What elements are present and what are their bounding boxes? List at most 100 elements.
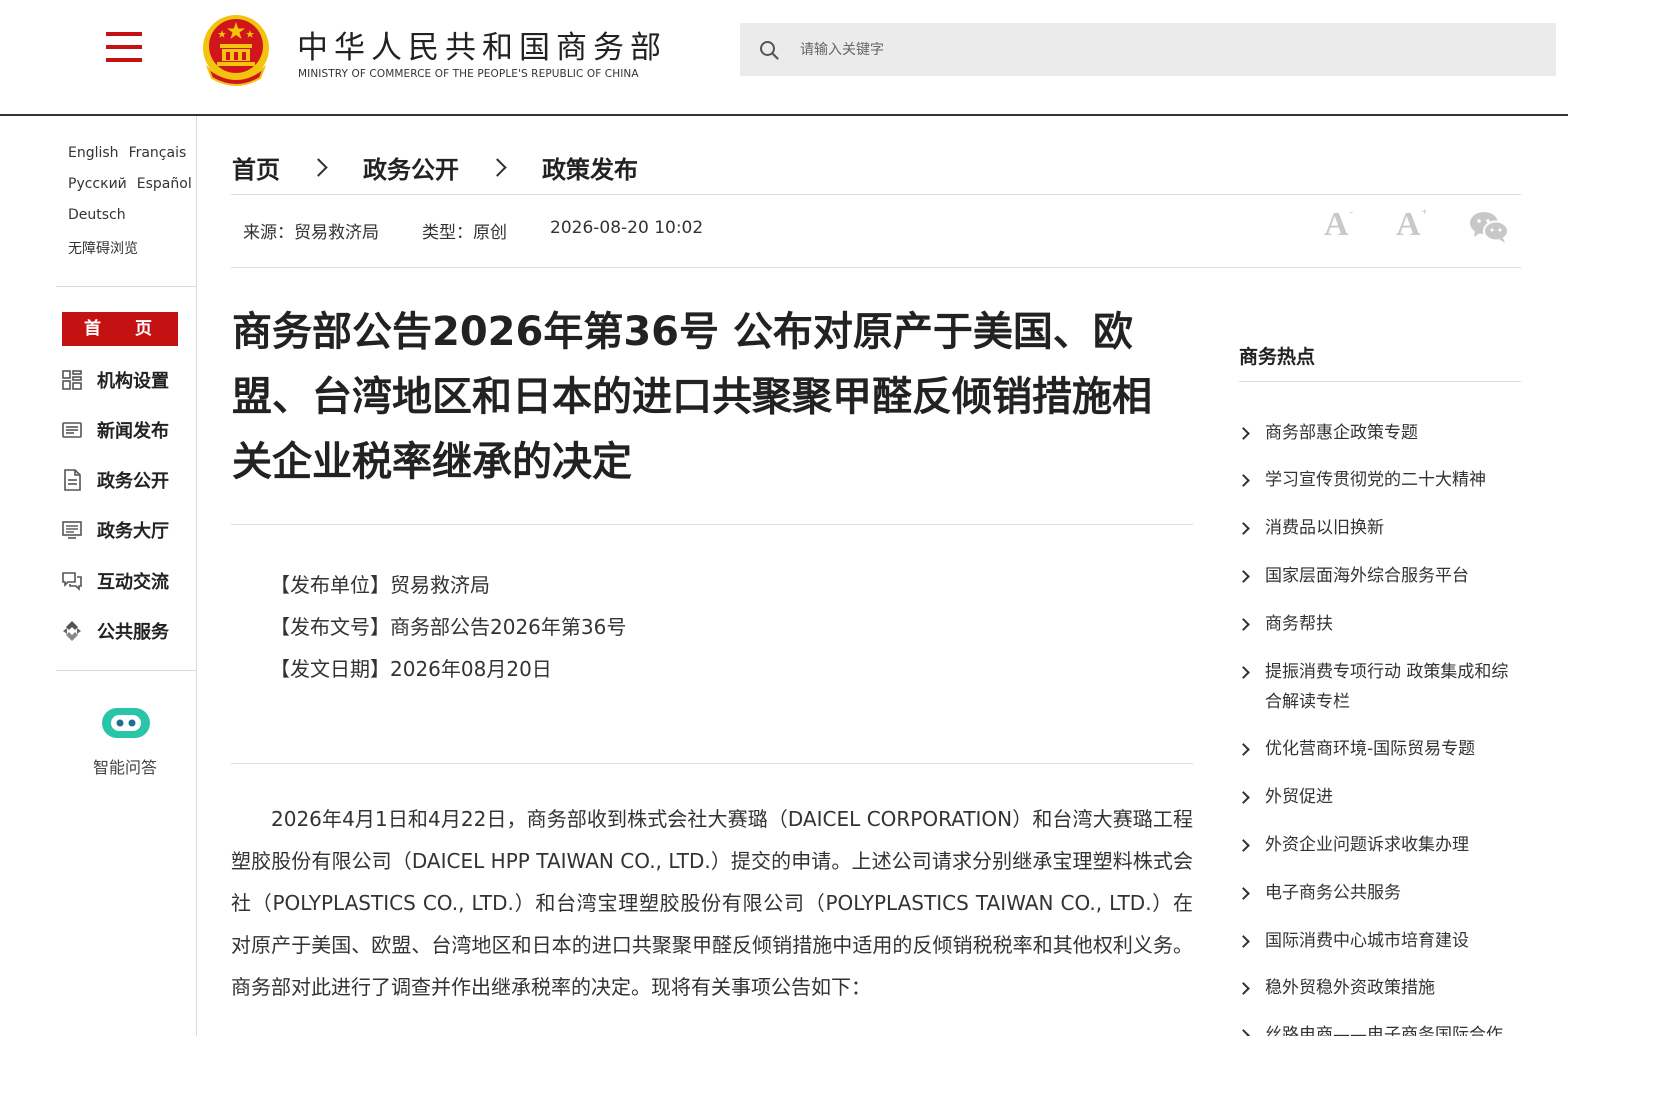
- nav-item-public-service[interactable]: 公共服务: [62, 616, 169, 646]
- hot-item-label: 消费品以旧换新: [1265, 518, 1384, 538]
- nav-home-button[interactable]: 首 页: [62, 312, 178, 346]
- font-increase-mark: +: [1421, 206, 1428, 218]
- chevron-right-icon: [1237, 935, 1250, 948]
- hot-item-link[interactable]: 学习宣传贯彻党的二十大精神: [1237, 465, 1521, 495]
- national-emblem-icon[interactable]: [200, 12, 272, 88]
- article-title: 商务部公告2026年第36号 公布对原产于美国、欧盟、台湾地区和日本的进口共聚聚…: [232, 309, 1152, 485]
- hot-item-label: 稳外贸稳外资政策措施: [1265, 978, 1435, 998]
- article-body-paragraph: 2026年4月1日和4月22日，商务部收到株式会社大赛璐（DAICEL CORP…: [231, 807, 1193, 999]
- nav-item-label: 政务公开: [97, 471, 169, 492]
- hot-topics-divider: [1239, 381, 1521, 382]
- nav-item-label: 互动交流: [97, 572, 169, 593]
- monitor-icon: [62, 521, 82, 539]
- hot-item-link[interactable]: 国际消费中心城市培育建设: [1237, 926, 1521, 956]
- nav-item-organization[interactable]: 机构设置: [62, 365, 169, 395]
- breadcrumb: 首页 政务公开 政策发布: [232, 150, 638, 185]
- chevron-right-icon: [1237, 474, 1250, 487]
- hot-item-link[interactable]: 电子商务公共服务: [1237, 878, 1521, 908]
- lang-russian-link[interactable]: Русский: [68, 176, 127, 192]
- font-increase-letter: A: [1396, 206, 1421, 243]
- site-name-en[interactable]: MINISTRY OF COMMERCE OF THE PEOPLE'S REP…: [298, 68, 639, 80]
- service-icon: [63, 621, 81, 641]
- site-name-cn[interactable]: 中华人民共和国商务部: [297, 22, 667, 67]
- hot-item-label: 国家层面海外综合服务平台: [1265, 566, 1469, 586]
- wechat-icon[interactable]: [1469, 210, 1509, 244]
- accessible-browse-link[interactable]: 无障碍浏览: [68, 241, 138, 257]
- chevron-right-icon: [1239, 1029, 1250, 1036]
- chat-icon: [62, 572, 82, 591]
- ai-assistant-label[interactable]: 智能问答: [93, 754, 157, 778]
- chevron-right-icon: [488, 158, 507, 177]
- breadcrumb-policy-release[interactable]: 政策发布: [542, 150, 638, 185]
- robot-icon[interactable]: [100, 706, 152, 740]
- hot-item-link[interactable]: 丝路电商——电子商务国际合作: [1239, 1020, 1521, 1036]
- nav-item-label: 政务大厅: [97, 521, 169, 542]
- hot-item-link[interactable]: 优化营商环境-国际贸易专题: [1237, 734, 1521, 764]
- chevron-right-icon: [1237, 427, 1250, 440]
- hot-item-label: 丝路电商——电子商务国际合作: [1265, 1025, 1503, 1036]
- chevron-right-icon: [1237, 839, 1250, 852]
- font-increase-button[interactable]: A+: [1396, 206, 1427, 244]
- hot-item-label: 优化营商环境-国际贸易专题: [1265, 739, 1476, 759]
- lang-german-link[interactable]: Deutsch: [68, 207, 126, 223]
- hot-item-link[interactable]: 消费品以旧换新: [1237, 513, 1521, 543]
- hot-item-label: 国际消费中心城市培育建设: [1265, 931, 1469, 951]
- search-icon[interactable]: [759, 40, 779, 60]
- chevron-right-icon: [1237, 570, 1250, 583]
- search-box: [740, 23, 1556, 76]
- font-decrease-mark: -: [1349, 206, 1353, 218]
- hot-item-link[interactable]: 国家层面海外综合服务平台: [1237, 561, 1521, 591]
- chevron-right-icon: [1237, 887, 1250, 900]
- hot-item-label: 外资企业问题诉求收集办理: [1265, 835, 1469, 855]
- hot-item-label: 商务部惠企政策专题: [1265, 423, 1418, 443]
- nav-item-interaction[interactable]: 互动交流: [62, 566, 169, 596]
- doc-number-line: 【发布文号】商务部公告2026年第36号: [270, 615, 627, 639]
- chevron-right-icon: [1237, 522, 1250, 535]
- language-row-1: English Français: [68, 145, 196, 161]
- hot-item-label: 提振消费专项行动 政策集成和综合解读专栏: [1265, 662, 1509, 712]
- language-row-3: Deutsch: [68, 207, 136, 223]
- info-divider: [231, 763, 1193, 764]
- chevron-right-icon: [309, 158, 328, 177]
- nav-item-label: 新闻发布: [97, 421, 169, 442]
- breadcrumb-divider: [231, 194, 1521, 195]
- article-source: 来源：贸易救济局: [243, 223, 379, 243]
- nav-item-label: 公共服务: [97, 622, 169, 643]
- font-decrease-button[interactable]: A-: [1324, 206, 1353, 244]
- lang-spanish-link[interactable]: Español: [137, 176, 192, 192]
- sidebar-divider: [56, 670, 196, 671]
- title-divider: [231, 524, 1193, 525]
- issue-date-line: 【发文日期】2026年08月20日: [270, 657, 552, 681]
- breadcrumb-home[interactable]: 首页: [232, 150, 280, 185]
- lang-english-link[interactable]: English: [68, 145, 119, 161]
- language-row-2: Русский Español: [68, 176, 202, 192]
- nav-item-label: 机构设置: [97, 371, 169, 392]
- hot-item-label: 商务帮扶: [1265, 614, 1333, 634]
- hot-item-link[interactable]: 提振消费专项行动 政策集成和综合解读专栏: [1237, 657, 1521, 717]
- hot-item-link[interactable]: 商务帮扶: [1237, 609, 1521, 639]
- article-type: 类型：原创: [422, 223, 507, 243]
- chevron-right-icon: [1237, 743, 1250, 756]
- chevron-right-icon: [1237, 982, 1250, 995]
- news-icon: [62, 422, 82, 438]
- nav-item-government-affairs[interactable]: 政务公开: [62, 465, 169, 495]
- document-icon: [64, 469, 81, 491]
- breadcrumb-government-affairs[interactable]: 政务公开: [363, 150, 459, 185]
- nav-item-service-hall[interactable]: 政务大厅: [62, 515, 169, 545]
- hot-item-link[interactable]: 外资企业问题诉求收集办理: [1237, 830, 1521, 860]
- chevron-right-icon: [1237, 618, 1250, 631]
- hot-item-label: 学习宣传贯彻党的二十大精神: [1265, 470, 1486, 490]
- hot-item-link[interactable]: 稳外贸稳外资政策措施: [1237, 973, 1521, 1003]
- hot-item-link[interactable]: 商务部惠企政策专题: [1237, 418, 1521, 448]
- hot-item-link[interactable]: 外贸促进: [1237, 782, 1521, 812]
- nav-item-news[interactable]: 新闻发布: [62, 415, 169, 445]
- issuer-line: 【发布单位】贸易救济局: [270, 573, 490, 597]
- hot-topics-title: 商务热点: [1239, 346, 1316, 368]
- menu-icon[interactable]: [106, 32, 142, 62]
- lang-french-link[interactable]: Français: [129, 145, 187, 161]
- language-row-4: 无障碍浏览: [68, 238, 148, 258]
- sidebar-divider: [56, 286, 196, 287]
- grid-icon: [62, 370, 82, 390]
- chevron-right-icon: [1237, 791, 1250, 804]
- search-input[interactable]: [798, 33, 1542, 67]
